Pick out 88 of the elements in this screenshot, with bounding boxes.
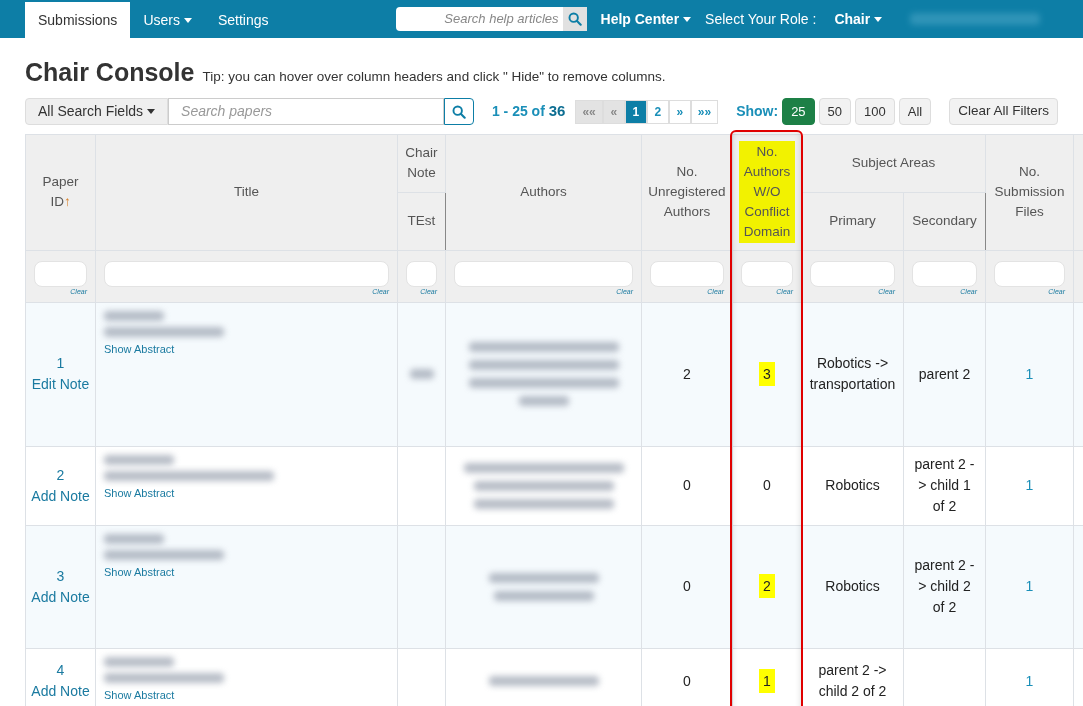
table-cell-text: 0 [763,477,771,493]
table-cell-text: Robotics [825,578,880,594]
paper-id-link[interactable]: 3 [56,565,65,587]
column-header[interactable]: TEst [397,192,446,250]
table-cell-text: 1 [759,668,775,693]
table-cell-text: 2 [759,574,775,598]
pagination-button[interactable]: 2 [646,99,669,124]
tip-text: Tip: you can hover over column headers and click " Hide" to remove columns. [202,68,666,86]
role-label: Select Your Role : [705,9,817,29]
blurred-text [518,396,569,406]
show-abstract-link[interactable]: Show Abstract [104,340,389,357]
search-icon [451,104,466,119]
paper-id-link[interactable]: 4 [56,660,65,681]
filter-field[interactable] [912,260,977,287]
column-header[interactable]: Secondary [903,192,986,250]
paper-id-link[interactable]: 2 [56,464,65,486]
filter-field[interactable] [994,260,1065,287]
table-cell-text: 2 [683,365,691,382]
table-cell-text: 0 [683,477,691,493]
column-header[interactable]: Subject Areas [801,134,986,192]
table-cell-text: Robotics -> transportation [809,355,896,392]
blurred-text [409,369,434,379]
nav-tab[interactable]: Submissions [25,2,131,38]
page-size-button[interactable]: 100 [855,98,895,125]
filter-field[interactable] [406,260,437,287]
files-link[interactable]: 1 [1025,477,1034,493]
result-range: 1 - 25 of 36 [491,101,566,122]
column-header[interactable]: Primary [801,192,904,250]
note-link[interactable]: Add Note [31,586,90,608]
page-size-button[interactable]: 50 [818,98,852,125]
column-header[interactable]: No. Authors W/O Conflict Domain [739,141,795,243]
filter-field[interactable] [104,260,389,287]
page-size-button[interactable]: All [898,98,932,125]
note-link[interactable]: Add Note [31,485,90,507]
search-fields-dropdown[interactable]: All Search Fields [25,98,169,125]
paper-search-field[interactable]: Search papers [168,98,444,125]
files-link[interactable]: 1 [1025,672,1034,689]
filter-field[interactable] [34,260,87,287]
filter-field[interactable] [810,260,895,287]
role-menu[interactable]: Chair [834,8,883,30]
filter-field[interactable] [650,260,724,287]
files-link[interactable]: 1 [1025,578,1034,594]
search-button[interactable] [562,7,587,31]
table-cell-text: parent 2 -> child 2 of 2 [818,662,887,699]
blurred-text [104,454,174,465]
table-cell-text: parent 2 -> child 2 of 2 [914,557,975,615]
column-header[interactable]: Title [95,134,398,250]
show-label: Show: [736,102,779,121]
column-header[interactable]: No. Submission Files [985,134,1074,250]
blurred-text [104,533,164,544]
column-header[interactable]: Paper ID↑ [25,134,96,250]
page-size-button[interactable]: 25 [782,98,815,125]
note-link[interactable]: Edit Note [31,374,90,395]
column-header[interactable]: Authors [445,134,642,250]
note-link[interactable]: Add Note [31,681,90,702]
clear-filters-button[interactable]: Clear All Filters [949,98,1058,125]
table-cell-text: Robotics [825,477,880,493]
pagination-button[interactable]: 1 [624,99,647,124]
caret-icon [874,16,883,22]
filter-field[interactable] [741,260,793,287]
caret-icon [183,17,192,23]
table-cell-text: 3 [759,361,775,386]
pagination-button[interactable]: «« [575,99,603,124]
files-link[interactable]: 1 [1025,365,1034,382]
column-header[interactable]: No. Unregistered Authors [641,134,733,250]
help-center-menu[interactable]: Help Center [600,8,692,30]
caret-icon [683,16,692,22]
search-button[interactable] [443,98,474,125]
table-cell-text: 0 [683,578,691,594]
nav-tab[interactable]: Users [130,2,205,38]
blurred-text [104,656,174,667]
column-header[interactable]: Chair Note [397,134,446,192]
paper-id-link[interactable]: 1 [56,353,65,374]
filter-field[interactable] [454,260,633,287]
table-cell-text: parent 2 [918,365,971,382]
caret-icon [147,109,156,114]
blurred-text [104,310,164,321]
help-search-field[interactable]: Search help articles [395,7,563,31]
pagination-button[interactable]: » [668,99,691,124]
table-cell-text: 0 [683,672,691,689]
sort-arrow-icon: ↑ [63,194,71,209]
table-cell-text: parent 2 -> child 1 of 2 [914,456,975,514]
pagination-button[interactable]: »» [690,99,719,124]
search-icon [567,12,582,26]
page-title: Chair Console [25,57,195,88]
show-abstract-link[interactable]: Show Abstract [104,563,389,580]
nav-tab[interactable]: Settings [204,2,282,38]
pagination-button[interactable]: « [602,99,625,124]
